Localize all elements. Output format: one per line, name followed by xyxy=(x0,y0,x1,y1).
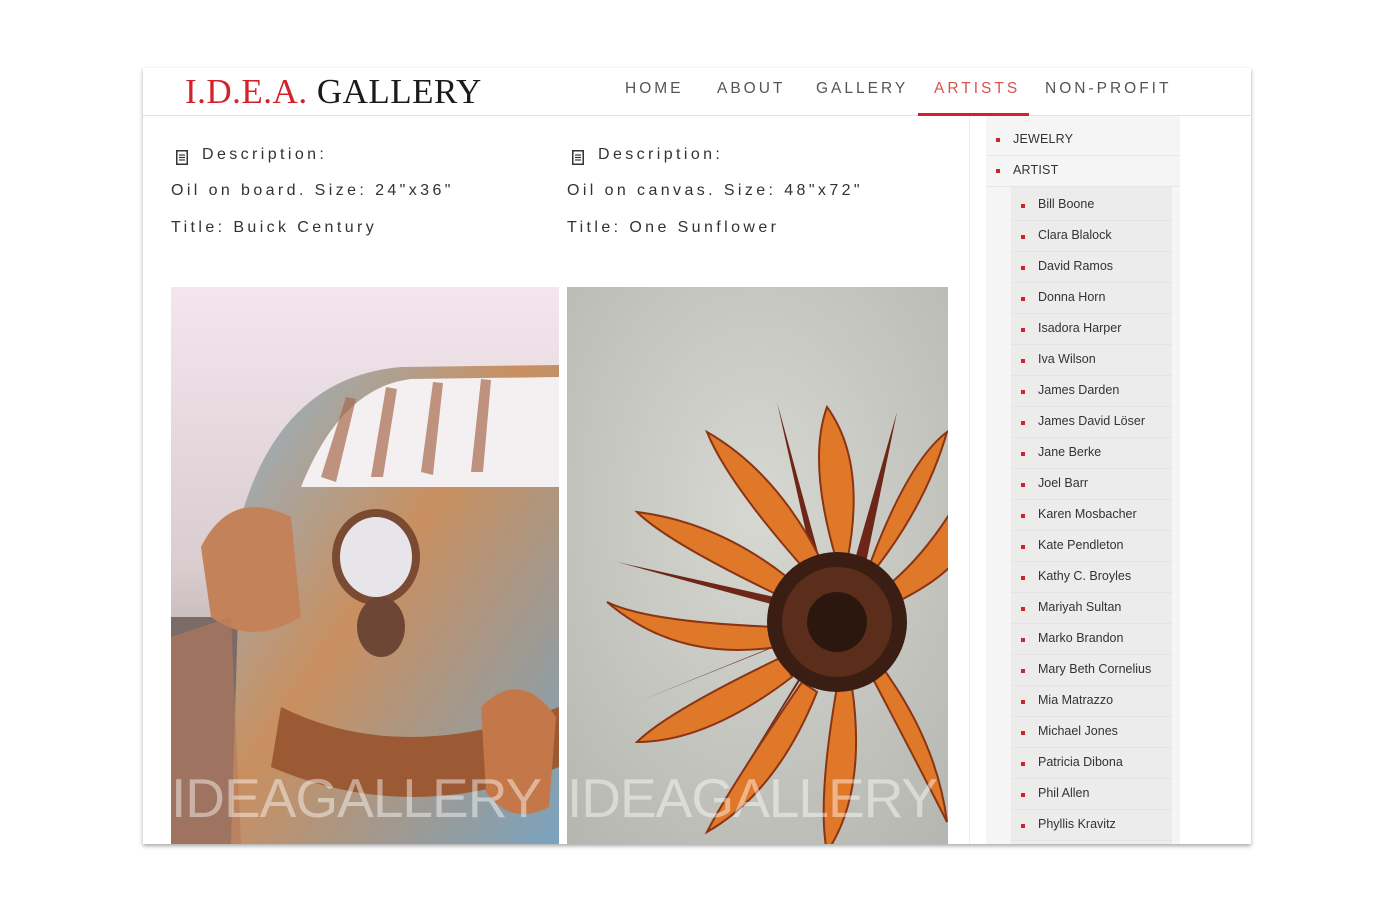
artist-link[interactable]: Donna Horn xyxy=(1011,282,1172,314)
artwork-1-title: Title: Buick Century xyxy=(171,219,378,236)
artist-name: Joel Barr xyxy=(1038,476,1089,490)
bullet-icon xyxy=(1021,297,1025,301)
sunflower-painting xyxy=(567,287,948,844)
bullet-icon xyxy=(996,169,1000,173)
watermark: IDEAGALLERY xyxy=(567,767,938,829)
artwork-2-medium: Oil on canvas. Size: 48"x72" xyxy=(567,182,863,199)
artist-name: Clara Blalock xyxy=(1038,228,1112,242)
bullet-icon xyxy=(1021,638,1025,642)
bullet-icon xyxy=(1021,483,1025,487)
artwork-2-title: Title: One Sunflower xyxy=(567,219,780,236)
artwork-2-description-label: Description: xyxy=(598,146,724,163)
bullet-icon xyxy=(1021,359,1025,363)
artist-link[interactable]: Joel Barr xyxy=(1011,468,1172,500)
category-artist[interactable]: ARTIST xyxy=(986,155,1180,187)
artist-name: Mary Beth Cornelius xyxy=(1038,662,1152,676)
artwork-1-description-label: Description: xyxy=(202,146,328,163)
artist-link[interactable]: Jane Berke xyxy=(1011,437,1172,469)
nav-non-profit[interactable]: NON-PROFIT xyxy=(1045,80,1171,98)
artist-link[interactable]: Phyllis Kravitz xyxy=(1011,809,1172,841)
artist-name: James David Löser xyxy=(1038,414,1145,428)
artist-link[interactable]: Isadora Harper xyxy=(1011,313,1172,345)
nav-home[interactable]: HOME xyxy=(625,80,684,98)
bullet-icon xyxy=(1021,824,1025,828)
artist-link[interactable]: Mary Beth Cornelius xyxy=(1011,654,1172,686)
artist-link[interactable]: Clara Blalock xyxy=(1011,220,1172,252)
artist-list: Bill Boone Clara Blalock David Ramos Don… xyxy=(1011,187,1172,844)
artist-name: Iva Wilson xyxy=(1038,352,1096,366)
document-icon xyxy=(176,150,188,165)
artist-name: Kate Pendleton xyxy=(1038,538,1124,552)
artist-link[interactable]: Karen Mosbacher xyxy=(1011,499,1172,531)
browser-page: I.D.E.A. GALLERY HOME ABOUT GALLERY ARTI… xyxy=(143,68,1251,844)
artist-name: Karen Mosbacher xyxy=(1038,507,1137,521)
artwork-1-image[interactable]: IDEAGALLERY xyxy=(171,287,559,844)
site-header: I.D.E.A. GALLERY HOME ABOUT GALLERY ARTI… xyxy=(143,68,1251,116)
artist-link[interactable]: James Darden xyxy=(1011,375,1172,407)
bullet-icon xyxy=(1021,607,1025,611)
logo-gallery: GALLERY xyxy=(316,72,482,111)
artist-link[interactable]: James David Löser xyxy=(1011,406,1172,438)
artwork-2-image[interactable]: IDEAGALLERY xyxy=(567,287,948,844)
bullet-icon xyxy=(1021,545,1025,549)
bullet-icon xyxy=(996,138,1000,142)
artist-name: Patricia Dibona xyxy=(1038,755,1123,769)
bullet-icon xyxy=(1021,390,1025,394)
artist-name: Phyllis Kravitz xyxy=(1038,817,1116,831)
artist-name: James Darden xyxy=(1038,383,1120,397)
artist-name: Mia Matrazzo xyxy=(1038,693,1114,707)
artist-link[interactable]: Kathy C. Broyles xyxy=(1011,561,1172,593)
artist-link[interactable]: Bill Boone xyxy=(1011,189,1172,221)
artwork-1-medium: Oil on board. Size: 24"x36" xyxy=(171,182,454,199)
artist-name: Donna Horn xyxy=(1038,290,1106,304)
artist-name: David Ramos xyxy=(1038,259,1114,273)
bullet-icon xyxy=(1021,700,1025,704)
artist-name: Jane Berke xyxy=(1038,445,1102,459)
artist-link[interactable]: Marko Brandon xyxy=(1011,623,1172,655)
bullet-icon xyxy=(1021,452,1025,456)
bullet-icon xyxy=(1021,235,1025,239)
bullet-icon xyxy=(1021,421,1025,425)
bullet-icon xyxy=(1021,204,1025,208)
artist-name: Bill Boone xyxy=(1038,197,1095,211)
artist-link[interactable]: Kate Pendleton xyxy=(1011,530,1172,562)
bullet-icon xyxy=(1021,576,1025,580)
buick-painting xyxy=(171,287,559,844)
artist-sidebar: JEWELRY ARTIST Bill Boone Clara Blalock … xyxy=(986,116,1180,844)
artist-name: Kathy C. Broyles xyxy=(1038,569,1132,583)
artist-name: Isadora Harper xyxy=(1038,321,1122,335)
nav-artists[interactable]: ARTISTS xyxy=(934,80,1020,98)
bullet-icon xyxy=(1021,266,1025,270)
bullet-icon xyxy=(1021,731,1025,735)
category-label: ARTIST xyxy=(1013,163,1059,177)
artist-name: Mariyah Sultan xyxy=(1038,600,1122,614)
category-jewelry[interactable]: JEWELRY xyxy=(986,124,1180,156)
artist-name: Phil Allen xyxy=(1038,786,1090,800)
category-label: JEWELRY xyxy=(1013,132,1074,146)
bullet-icon xyxy=(1021,793,1025,797)
artist-name: Michael Jones xyxy=(1038,724,1118,738)
artist-link[interactable]: Phil Allen xyxy=(1011,778,1172,810)
bullet-icon xyxy=(1021,762,1025,766)
artist-link[interactable]: Mia Matrazzo xyxy=(1011,685,1172,717)
bullet-icon xyxy=(1021,514,1025,518)
artist-link[interactable]: Mariyah Sultan xyxy=(1011,592,1172,624)
nav-about[interactable]: ABOUT xyxy=(717,80,785,98)
artist-link[interactable]: Patricia Dibona xyxy=(1011,747,1172,779)
logo-idea: I.D.E.A. xyxy=(185,72,308,111)
artist-link[interactable]: David Ramos xyxy=(1011,251,1172,283)
bullet-icon xyxy=(1021,328,1025,332)
artwork-content: Description: Oil on board. Size: 24"x36"… xyxy=(143,116,970,844)
document-icon xyxy=(572,150,584,165)
bullet-icon xyxy=(1021,669,1025,673)
artist-name: Marko Brandon xyxy=(1038,631,1124,645)
nav-gallery[interactable]: GALLERY xyxy=(816,80,908,98)
artist-link[interactable]: Michael Jones xyxy=(1011,716,1172,748)
site-logo[interactable]: I.D.E.A. GALLERY xyxy=(185,72,482,112)
watermark: IDEAGALLERY xyxy=(171,767,542,829)
artist-link[interactable]: Iva Wilson xyxy=(1011,344,1172,376)
